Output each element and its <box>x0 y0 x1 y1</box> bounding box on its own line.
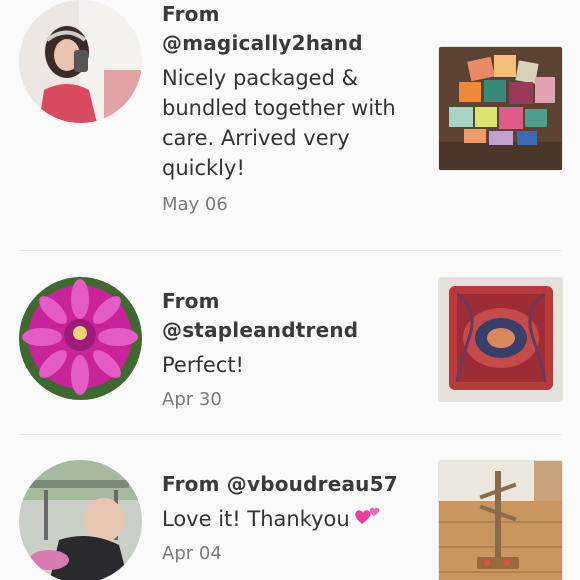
paisley-pillow-photo <box>439 278 562 401</box>
review-author[interactable]: From @stapleandtrend <box>162 287 420 345</box>
review-item-thumbnail[interactable] <box>438 460 563 580</box>
review-date: Apr 04 <box>162 543 222 564</box>
review-item-thumbnail[interactable] <box>438 277 563 402</box>
two-hearts-emoji <box>354 507 379 524</box>
reviewer-avatar[interactable] <box>19 277 142 400</box>
review-author[interactable]: From @vboudreau57 <box>162 470 420 499</box>
review-item-thumbnail[interactable] <box>438 46 563 171</box>
divider <box>19 434 561 435</box>
review-text-content: Love it! Thankyou <box>162 507 350 531</box>
review-author[interactable]: From @magically2hand <box>162 0 420 58</box>
dahlia-flower-avatar <box>19 277 142 400</box>
review-text: Nicely packaged & bundled together with … <box>162 66 396 180</box>
review-text: Love it! Thankyou <box>162 504 420 534</box>
reviews-list: From @magically2hand Nicely packaged & b… <box>0 0 580 580</box>
divider <box>19 250 561 251</box>
reviewer-avatar[interactable] <box>19 460 142 580</box>
review-text: Perfect! <box>162 353 244 377</box>
review-content: From @vboudreau57 Love it! Thankyou Apr … <box>162 470 420 566</box>
wooden-stand-photo <box>439 461 562 580</box>
baby-avatar <box>19 460 142 580</box>
review-date: Apr 30 <box>162 389 222 410</box>
reviewer-avatar[interactable] <box>19 0 142 123</box>
review-content: From @magically2hand Nicely packaged & b… <box>162 0 420 217</box>
fabric-bundle-photo <box>439 47 562 170</box>
review-date: May 06 <box>162 194 228 215</box>
user-avatar-icon <box>19 0 142 123</box>
review-content: From @stapleandtrend Perfect! Apr 30 <box>162 287 420 412</box>
